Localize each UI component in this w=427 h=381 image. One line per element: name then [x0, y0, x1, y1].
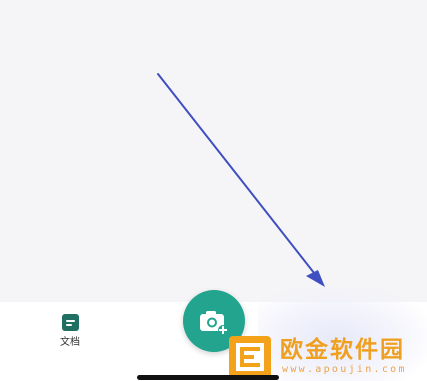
nav-item-label: 文档 [60, 337, 80, 348]
watermark-url: www.apoujin.com [282, 364, 407, 375]
watermark-logo-icon [229, 336, 271, 378]
home-indicator[interactable] [137, 375, 279, 380]
nav-item-documents[interactable]: 文档 [52, 312, 88, 352]
document-icon [61, 314, 79, 331]
camera-plus-icon [200, 311, 228, 335]
watermark-title: 欧金软件园 [280, 337, 405, 363]
watermark: 欧金软件园 www.apoujin.com [228, 334, 427, 381]
